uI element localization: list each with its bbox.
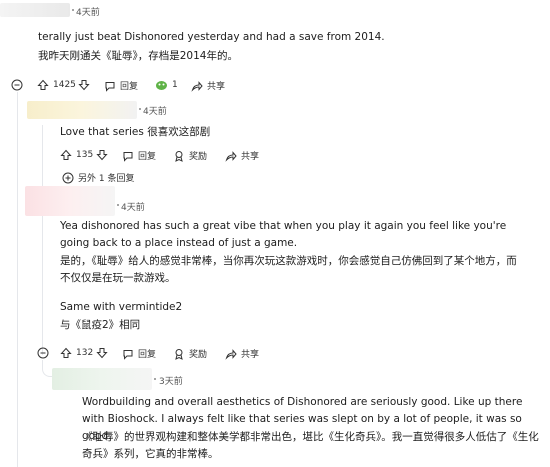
thread-line — [42, 125, 43, 191]
more-replies-label: 另外 1 条回复 — [78, 174, 135, 184]
share-button[interactable]: 共享 — [191, 79, 225, 92]
upvote-icon — [60, 149, 72, 160]
award-count: 1 — [172, 80, 178, 90]
reply-button[interactable]: 回复 — [122, 347, 156, 360]
reply-label: 回复 — [138, 152, 157, 162]
upvote-button[interactable]: 132 — [60, 347, 93, 359]
collapse-button[interactable] — [11, 79, 23, 91]
comment-body-extra: Same with vermintide2 — [60, 301, 183, 313]
comment-translation-extra: 与《鼠疫2》相同 — [60, 319, 141, 331]
downvote-button[interactable] — [78, 79, 90, 91]
downvote-button[interactable] — [96, 347, 108, 359]
downvote-icon — [78, 80, 90, 91]
award-label: 奖励 — [189, 152, 208, 162]
reply-icon — [123, 349, 133, 360]
award-button[interactable]: 奖励 — [173, 149, 207, 162]
comment-translation: 我昨天刚通关《耻辱》，存档是2014年的。 — [38, 50, 238, 62]
upvote-icon — [37, 79, 49, 90]
share-button[interactable]: 共享 — [225, 347, 259, 360]
comment-body: terally just beat Dishonored yesterday a… — [38, 31, 385, 43]
upvote-button[interactable]: 135 — [60, 149, 93, 161]
award-icon — [156, 81, 167, 90]
comment-translation: 《耻辱》的世界观构建和整体美学都非常出色，堪比《生化奇兵》。我一直觉得很多人低估… — [82, 431, 539, 460]
expand-icon — [62, 172, 74, 183]
vote-count: 135 — [76, 150, 94, 160]
share-icon — [191, 80, 203, 92]
meta-dot — [154, 378, 156, 380]
more-replies-button[interactable]: 另外 1 条回复 — [62, 171, 134, 184]
award-label: 奖励 — [189, 350, 208, 360]
meta-dot — [139, 108, 141, 110]
collapse-icon — [11, 79, 23, 91]
avatar-redacted — [52, 368, 152, 390]
share-label: 共享 — [207, 82, 226, 92]
upvote-button[interactable]: 1425 — [37, 79, 76, 91]
reply-label: 回复 — [120, 82, 139, 92]
thread-line — [17, 92, 18, 467]
collapse-button[interactable] — [37, 347, 49, 359]
share-label: 共享 — [241, 350, 260, 360]
meta-dot — [117, 204, 119, 206]
meta-dot — [72, 9, 74, 11]
upvote-icon — [60, 347, 72, 358]
award-button[interactable]: 1 — [155, 79, 178, 91]
share-button[interactable]: 共享 — [225, 149, 259, 162]
avatar-redacted — [0, 3, 70, 17]
award-icon — [175, 150, 183, 162]
downvote-icon — [96, 150, 108, 161]
avatar-redacted — [25, 186, 115, 216]
reply-label: 回复 — [138, 350, 157, 360]
share-label: 共享 — [241, 152, 260, 162]
downvote-icon — [96, 348, 108, 359]
comment-body: Love that series 很喜欢这部剧 — [60, 126, 211, 138]
award-icon — [175, 348, 183, 360]
vote-count: 132 — [76, 348, 94, 358]
downvote-button[interactable] — [96, 149, 108, 161]
share-icon — [225, 150, 237, 162]
avatar-redacted — [27, 101, 137, 119]
comment-timestamp: 4天前 — [143, 107, 167, 117]
comment-timestamp: 4天前 — [76, 8, 100, 18]
reply-icon — [105, 81, 115, 92]
reply-icon — [123, 151, 133, 162]
vote-count: 1425 — [53, 80, 76, 90]
share-icon — [225, 348, 237, 360]
reply-button[interactable]: 回复 — [122, 149, 156, 162]
collapse-icon — [37, 347, 49, 359]
reply-button[interactable]: 回复 — [104, 79, 138, 92]
comment-body: Yea dishonored has such a great vibe tha… — [60, 220, 507, 249]
comment-translation: 是的，《耻辱》给人的感觉非常棒，当你再次玩这款游戏时，你会感觉自己仿佛回到了某个… — [60, 255, 517, 284]
comment-timestamp: 3天前 — [159, 377, 183, 387]
comment-timestamp: 4天前 — [121, 203, 145, 213]
thread-line — [42, 215, 43, 355]
award-button[interactable]: 奖励 — [173, 347, 207, 360]
